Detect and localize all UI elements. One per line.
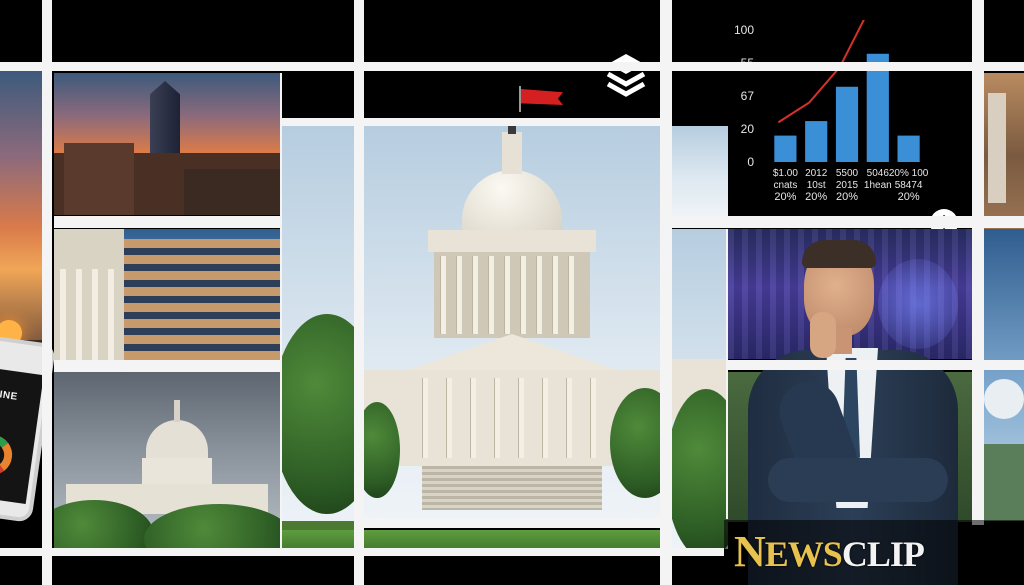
grid-line xyxy=(280,73,282,548)
left-edge-sunset-photo xyxy=(0,70,42,355)
grid-line xyxy=(42,0,52,585)
right-edge-sky-photo xyxy=(984,229,1024,521)
y-tick-label: 67 xyxy=(741,89,755,103)
category-label: 20% xyxy=(774,191,796,203)
capitol-main-photo xyxy=(364,126,660,518)
y-tick-label: 100 xyxy=(734,23,754,37)
grid-line xyxy=(282,118,662,126)
capitol-wing-photo xyxy=(672,126,728,216)
collage-canvas: VELINE 100 67 20 0 $1.00 cnats 20% 2012 … xyxy=(0,0,1024,585)
grid-line xyxy=(726,229,728,519)
grid-line xyxy=(54,216,282,228)
grid-line xyxy=(660,0,672,585)
office-building-photo xyxy=(54,229,280,360)
bar xyxy=(774,135,797,162)
bar xyxy=(835,86,859,162)
category-label: 1hean xyxy=(864,180,892,191)
grid-line xyxy=(54,360,282,372)
trees-photo xyxy=(282,126,354,548)
logo-text: NEWSCLIP xyxy=(734,527,925,576)
phone-screen: VELINE xyxy=(0,366,44,505)
grid-line xyxy=(0,62,1024,71)
y-tick-label: 20 xyxy=(741,122,755,136)
grid-line xyxy=(364,518,660,528)
bar-chart-panel: 1005567200$1.00cnats20%201210st20%550020… xyxy=(728,20,972,216)
grid-line xyxy=(972,0,984,525)
layers-icon xyxy=(606,54,646,97)
y-tick-label: 0 xyxy=(747,155,754,169)
gauge-icon xyxy=(0,432,15,478)
category-label: $1.00 xyxy=(773,168,798,179)
category-label: cnats xyxy=(773,180,797,191)
category-label: 20% xyxy=(805,191,827,203)
flag-icon xyxy=(519,86,567,112)
grid-line xyxy=(354,0,364,585)
newsclip-logo: NEWSCLIP xyxy=(724,520,1024,585)
category-label: 20% xyxy=(836,191,858,203)
bar-chart: 1005567200$1.00cnats20%201210st20%550020… xyxy=(734,20,929,203)
grid-line xyxy=(660,216,1024,228)
category-label: 2015 xyxy=(836,180,859,191)
category-label: 2012 xyxy=(805,168,828,179)
capitol-wing-lower-photo xyxy=(672,229,728,549)
category-label: 5500 xyxy=(836,168,859,179)
category-label: 58474 xyxy=(895,180,923,191)
category-label: 20% 100 xyxy=(889,168,929,179)
phone-label: VELINE xyxy=(0,386,19,403)
category-label: 5046 xyxy=(867,168,890,179)
sunset-building-photo xyxy=(54,73,280,215)
bar xyxy=(897,135,920,162)
right-edge-city-photo xyxy=(984,73,1024,239)
category-label: 20% xyxy=(898,191,920,203)
capitol-small-photo xyxy=(54,372,280,548)
bar xyxy=(805,121,828,162)
category-label: 10st xyxy=(807,180,826,191)
